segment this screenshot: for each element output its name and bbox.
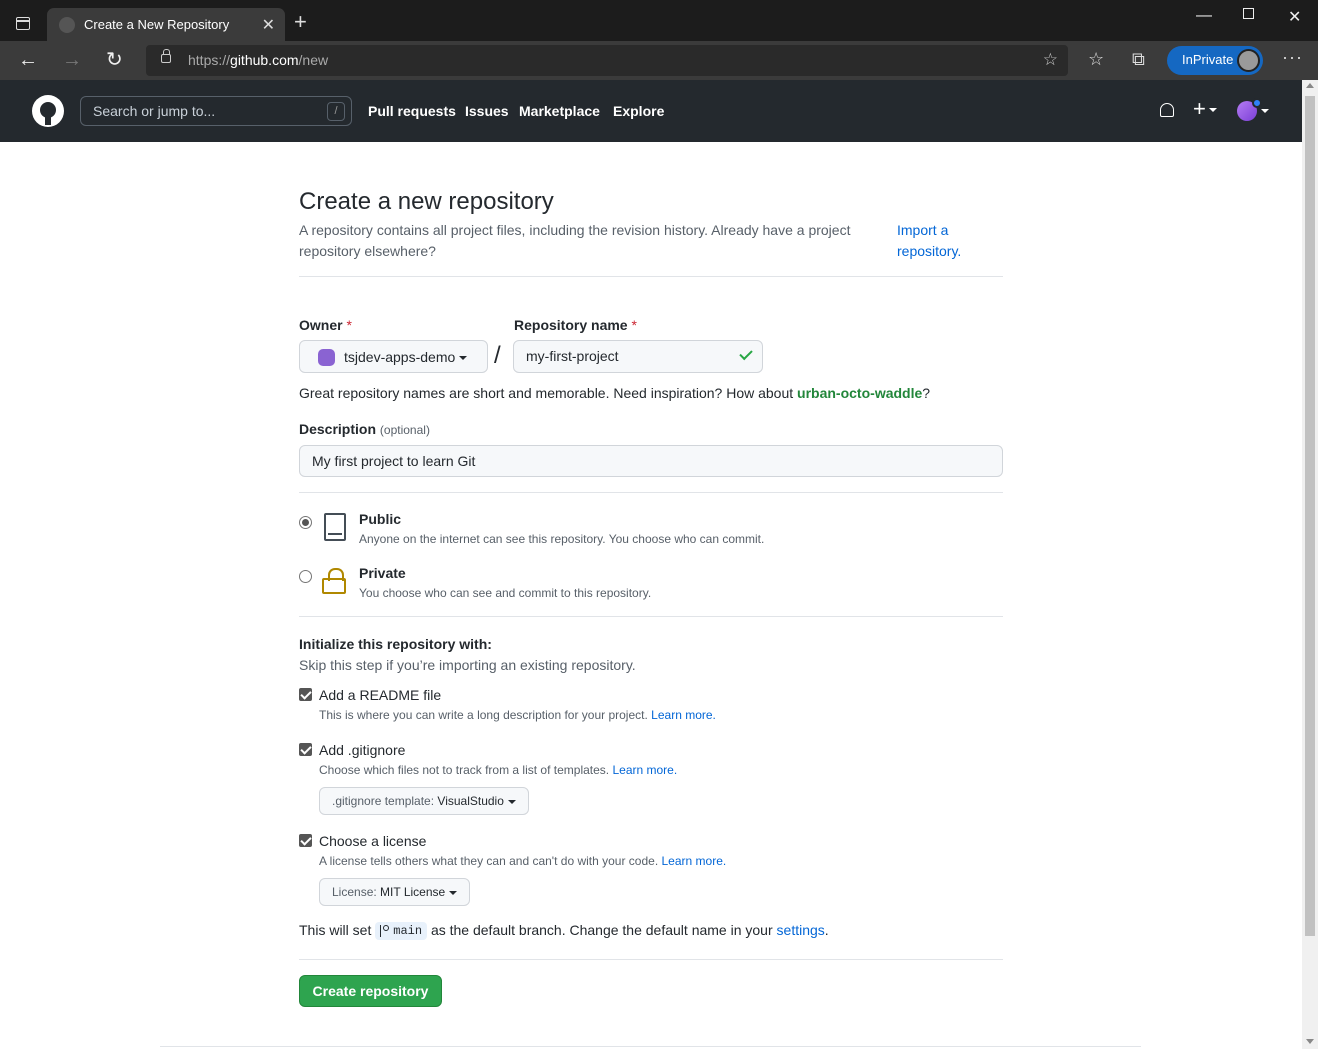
address-bar[interactable]: https://github.com/new ☆ [146,45,1068,76]
owner-select[interactable]: tsjdev-apps-demo [299,340,488,373]
license-description: A license tells others what they can and… [319,854,727,868]
nav-marketplace[interactable]: Marketplace [519,103,600,119]
github-favicon-icon [59,17,75,33]
forward-icon[interactable]: → [62,50,82,70]
github-header: Search or jump to... / Pull requests Iss… [0,80,1302,142]
page-description: A repository contains all project files,… [299,222,851,259]
license-label: Choose a license [319,833,427,849]
license-learn-more-link[interactable]: Learn more. [662,854,727,868]
close-window-icon[interactable]: ✕ [1288,7,1301,27]
profile-avatar [1237,49,1260,72]
search-shortcut-key: / [327,102,345,121]
gitignore-template-select[interactable]: .gitignore template: VisualStudio [319,787,529,815]
private-title: Private [359,565,406,581]
url-text: https://github.com/new [188,52,329,68]
divider [299,276,1003,277]
license-checkbox[interactable] [299,834,312,847]
default-branch-note: This will set main as the default branch… [299,922,829,941]
scroll-up-icon[interactable] [1306,83,1314,88]
license-select[interactable]: License: MIT License [319,878,471,906]
close-tab-icon[interactable]: ✕ [262,15,275,35]
lock-icon [322,568,346,594]
gitignore-description: Choose which files not to track from a l… [319,763,678,777]
valid-check-icon [739,346,753,361]
import-repository-link[interactable]: Import a repository. [897,220,987,262]
page-title: Create a new repository [299,188,554,215]
more-options-icon[interactable]: ··· [1282,47,1303,68]
public-radio[interactable] [299,516,312,529]
user-menu-caret-icon[interactable] [1261,109,1269,113]
search-input[interactable]: Search or jump to... / [80,96,352,126]
readme-learn-more-link[interactable]: Learn more. [651,708,716,722]
git-branch-icon [380,925,390,938]
description-input[interactable]: My first project to learn Git [299,445,1003,477]
gitignore-label: Add .gitignore [319,742,406,758]
repo-icon [324,513,346,541]
divider [299,959,1003,960]
repo-name-label: Repository name * [514,317,637,333]
readme-label: Add a README file [319,687,442,703]
owner-avatar [318,349,335,366]
browser-tab-bar: Create a New Repository ✕ + — ✕ [0,0,1318,42]
inprivate-badge[interactable]: InPrivate [1167,46,1263,75]
create-new-menu-icon[interactable]: + [1193,98,1217,120]
scroll-down-icon[interactable] [1306,1039,1314,1044]
chevron-down-icon [449,890,458,895]
tab-title: Create a New Repository [84,17,230,32]
suggestion-link[interactable]: urban-octo-waddle [797,385,922,401]
nav-explore[interactable]: Explore [613,103,664,119]
refresh-icon[interactable]: ↻ [106,50,123,70]
branch-name-badge: main [375,922,428,941]
gitignore-learn-more-link[interactable]: Learn more. [612,763,677,777]
browser-tab[interactable]: Create a New Repository ✕ [47,8,285,42]
owner-repo-separator: / [494,342,501,369]
new-tab-icon[interactable]: + [294,11,307,33]
tab-actions-icon[interactable] [16,17,30,30]
github-logo-icon[interactable] [32,95,64,127]
init-subheading: Skip this step if you’re importing an ex… [299,657,636,673]
favorites-icon[interactable]: ☆ [1088,49,1104,70]
nav-pull-requests[interactable]: Pull requests [368,103,456,119]
public-title: Public [359,511,402,527]
notifications-bell-icon[interactable] [1160,103,1174,117]
maximize-icon[interactable] [1243,8,1254,19]
init-heading: Initialize this repository with: [299,636,492,652]
readme-description: This is where you can write a long descr… [319,708,716,722]
footer-divider [160,1046,1141,1047]
browser-toolbar: ← → ↻ https://github.com/new ☆ ☆ ⧉ InPri… [0,41,1318,80]
add-favorite-icon[interactable]: ☆ [1043,50,1058,70]
owner-label: Owner * [299,317,352,333]
lock-icon [161,49,171,63]
minimize-icon[interactable]: — [1196,7,1212,25]
settings-link[interactable]: settings [777,922,825,938]
collections-icon[interactable]: ⧉ [1132,49,1145,70]
private-radio[interactable] [299,570,312,583]
chevron-down-icon [459,356,468,361]
chevron-down-icon [507,799,516,804]
repo-name-input[interactable]: my-first-project [513,340,763,373]
scroll-thumb[interactable] [1305,96,1315,936]
divider [299,616,1003,617]
public-description: Anyone on the internet can see this repo… [359,532,765,546]
gitignore-checkbox[interactable] [299,743,312,756]
repo-name-hint: Great repository names are short and mem… [299,385,931,401]
divider [299,492,1003,493]
back-icon[interactable]: ← [18,50,38,70]
private-description: You choose who can see and commit to thi… [359,586,652,600]
nav-issues[interactable]: Issues [465,103,509,119]
readme-checkbox[interactable] [299,688,312,701]
page-scrollbar[interactable] [1302,80,1318,1049]
description-label: Description (optional) [299,421,430,437]
status-dot-icon [1252,98,1262,108]
create-repository-button[interactable]: Create repository [299,975,442,1007]
